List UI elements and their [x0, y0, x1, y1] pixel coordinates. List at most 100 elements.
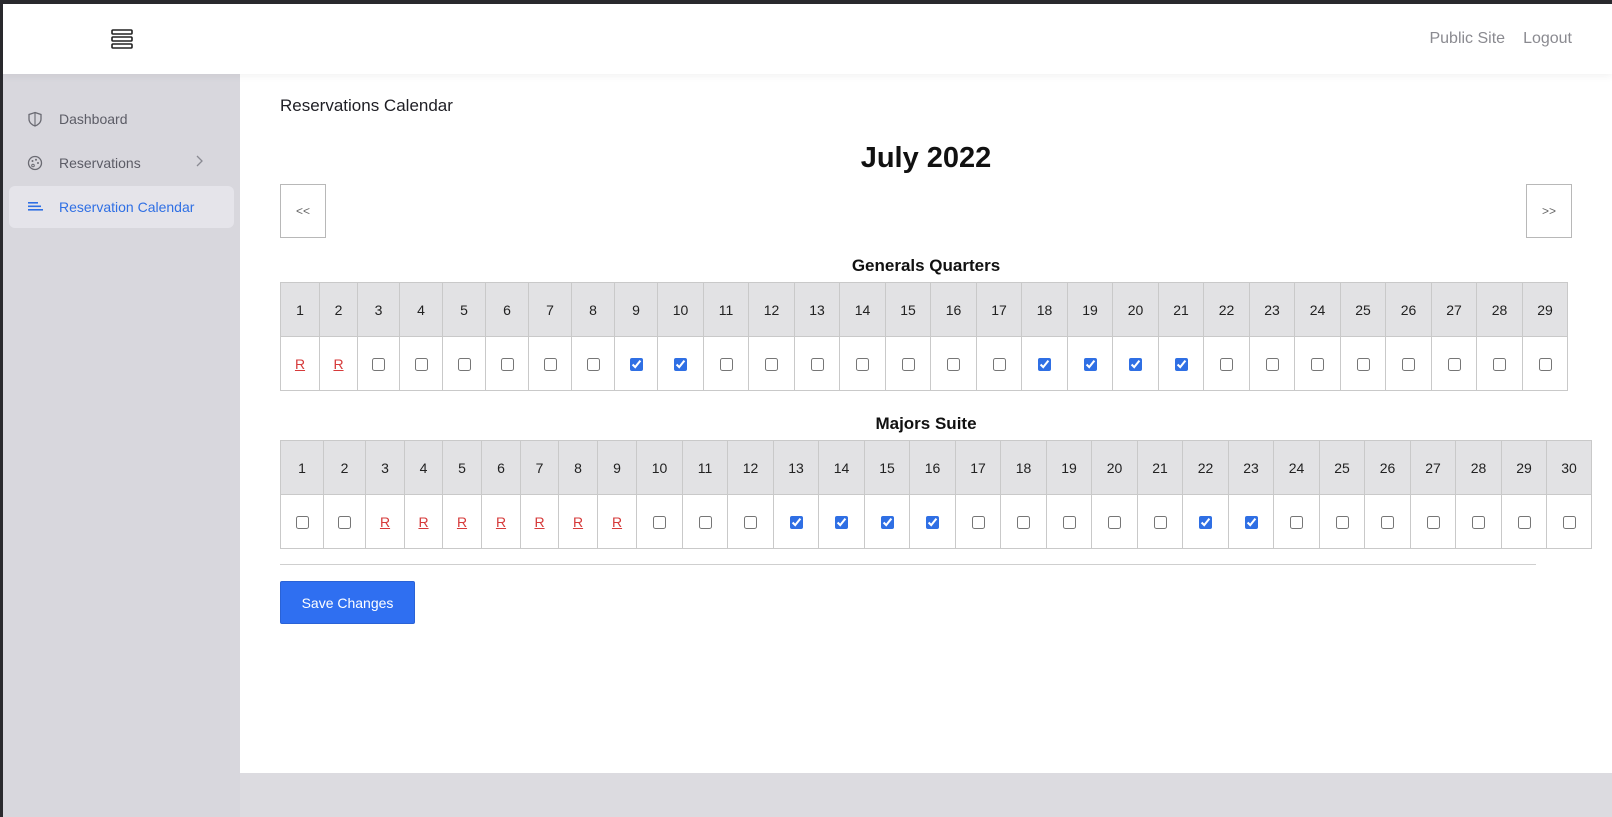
day-checkbox[interactable] [1426, 516, 1440, 530]
day-checkbox[interactable] [947, 358, 960, 372]
day-checkbox[interactable] [674, 358, 687, 372]
day-checkbox[interactable] [500, 358, 514, 372]
day-checkbox[interactable] [1562, 516, 1576, 530]
prev-month-button[interactable]: << [280, 184, 326, 238]
menu-toggle-icon[interactable] [111, 28, 133, 50]
day-checkbox[interactable] [1199, 516, 1212, 530]
day-cell [1021, 336, 1068, 391]
day-checkbox[interactable] [1290, 516, 1303, 530]
day-checkbox[interactable] [765, 358, 778, 372]
reserved-link[interactable]: R [534, 514, 544, 530]
day-checkbox[interactable] [653, 516, 666, 530]
day-cell [682, 494, 728, 549]
reserved-link[interactable]: R [573, 514, 583, 530]
day-header-cell: 23 [1249, 282, 1295, 337]
day-checkbox[interactable] [1129, 358, 1142, 372]
reserved-link[interactable]: R [612, 514, 622, 530]
day-checkbox[interactable] [1311, 358, 1324, 372]
day-checkbox[interactable] [338, 516, 351, 530]
day-cell: R [319, 336, 358, 391]
reserved-link[interactable]: R [380, 514, 390, 530]
day-cell [1137, 494, 1183, 549]
day-checkbox[interactable] [1108, 516, 1121, 530]
day-checkbox[interactable] [414, 358, 428, 372]
day-cell [727, 494, 774, 549]
next-month-button[interactable]: >> [1526, 184, 1572, 238]
day-checkbox[interactable] [1244, 516, 1258, 530]
day-checkbox[interactable] [926, 516, 939, 530]
day-checkbox[interactable] [1538, 358, 1552, 372]
reserved-link[interactable]: R [418, 514, 428, 530]
room-calendar-table: 1 2 3 4 5 6 7 8 9 10 11 12 13 14 15 16 17 18 19 20 21 22 23 24 2… [280, 440, 1592, 549]
day-cell [399, 336, 443, 391]
day-cell [657, 336, 704, 391]
logout-link[interactable]: Logout [1523, 30, 1572, 48]
day-checkbox[interactable] [1220, 358, 1233, 372]
reserved-link[interactable]: R [333, 356, 343, 372]
day-checkbox[interactable] [1493, 358, 1506, 372]
day-checkbox[interactable] [971, 516, 985, 530]
sidebar-item-label: Reservations [59, 155, 141, 171]
day-header-cell: 9 [597, 440, 637, 495]
day-cell: R [442, 494, 482, 549]
day-checkbox[interactable] [1447, 358, 1461, 372]
day-checkbox[interactable] [543, 358, 557, 372]
day-checkbox[interactable] [1174, 358, 1188, 372]
sidebar-item-dashboard[interactable]: Dashboard [9, 98, 234, 140]
day-header-cell: 7 [520, 440, 559, 495]
day-checkbox[interactable] [629, 358, 643, 372]
public-site-link[interactable]: Public Site [1429, 30, 1505, 48]
day-cell [1249, 336, 1295, 391]
reserved-link[interactable]: R [496, 514, 506, 530]
day-checkbox[interactable] [457, 358, 471, 372]
day-checkbox[interactable] [1517, 516, 1531, 530]
day-checkbox[interactable] [1038, 358, 1051, 372]
day-cell: R [520, 494, 559, 549]
day-checkbox[interactable] [586, 358, 600, 372]
day-checkbox[interactable] [835, 516, 848, 530]
day-checkbox[interactable] [1017, 516, 1030, 530]
day-checkbox[interactable] [1083, 358, 1097, 372]
sidebar-item-reservation-calendar[interactable]: Reservation Calendar [9, 186, 234, 228]
lines-icon [27, 199, 43, 215]
day-checkbox[interactable] [698, 516, 712, 530]
day-checkbox[interactable] [1472, 516, 1485, 530]
day-cell [1455, 494, 1502, 549]
day-checkbox[interactable] [992, 358, 1006, 372]
day-cell [323, 494, 366, 549]
day-cell [1067, 336, 1113, 391]
day-checkbox[interactable] [856, 358, 869, 372]
day-cell [357, 336, 400, 391]
day-cell [528, 336, 572, 391]
day-header-cell: 26 [1385, 282, 1432, 337]
day-checkbox[interactable] [1062, 516, 1076, 530]
reserved-link[interactable]: R [295, 356, 305, 372]
availability-row: RRRRRRR [280, 494, 1592, 549]
day-cell [1182, 494, 1229, 549]
day-checkbox[interactable] [1335, 516, 1349, 530]
save-changes-button[interactable]: Save Changes [280, 581, 415, 624]
day-checkbox[interactable] [744, 516, 757, 530]
day-header-cell: 11 [682, 440, 728, 495]
day-checkbox[interactable] [1265, 358, 1279, 372]
day-checkbox[interactable] [880, 516, 894, 530]
reserved-link[interactable]: R [457, 514, 467, 530]
day-cell: R [558, 494, 598, 549]
day-checkbox[interactable] [1381, 516, 1394, 530]
sidebar-item-reservations[interactable]: Reservations [9, 142, 234, 184]
day-cell: R [481, 494, 521, 549]
day-cell: R [597, 494, 637, 549]
day-checkbox[interactable] [295, 516, 309, 530]
day-checkbox[interactable] [372, 358, 385, 372]
day-checkbox[interactable] [789, 516, 803, 530]
day-checkbox[interactable] [1356, 358, 1370, 372]
month-heading: July 2022 [860, 142, 992, 174]
day-header-cell: 22 [1203, 282, 1250, 337]
day-header-cell: 16 [930, 282, 977, 337]
day-checkbox[interactable] [1402, 358, 1415, 372]
day-header-cell: 30 [1546, 440, 1592, 495]
day-checkbox[interactable] [901, 358, 915, 372]
day-checkbox[interactable] [1153, 516, 1167, 530]
day-checkbox[interactable] [719, 358, 733, 372]
day-checkbox[interactable] [810, 358, 824, 372]
